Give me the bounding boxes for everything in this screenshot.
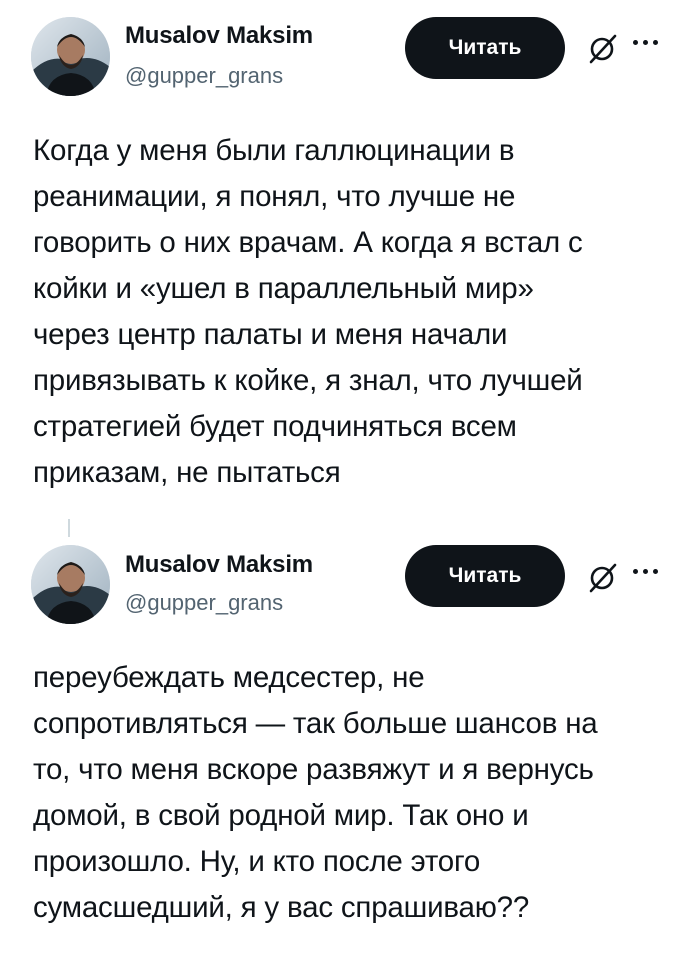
more-dots-icon[interactable]	[633, 35, 663, 49]
tweet-text-line: реанимации, я понял, что лучше не	[33, 180, 516, 213]
follow-button[interactable]: Читать	[405, 17, 565, 79]
tweet-2: Musalov Maksim @gupper_grans Читать пере…	[0, 527, 700, 964]
tweet-text: переубеждать медсестер, не сопротивлятьс…	[33, 655, 683, 931]
avatar[interactable]	[31, 545, 110, 624]
author-handle[interactable]: @gupper_grans	[125, 590, 283, 616]
tweet-1: Musalov Maksim @gupper_grans Читать Когд…	[0, 0, 700, 520]
more-dots-icon[interactable]	[633, 564, 663, 578]
tweet-text-line: сумасшедший, я у вас спрашиваю??	[33, 891, 530, 924]
tweet-text-line: Когда у меня были галлюцинации в	[33, 134, 515, 167]
tweet-text: Когда у меня были галлюцинации в реанима…	[33, 128, 683, 496]
tweet-text-line: говорить о них врачам. А когда я встал с	[33, 226, 583, 259]
author-handle[interactable]: @gupper_grans	[125, 63, 283, 89]
author-display-name[interactable]: Musalov Maksim	[125, 551, 313, 579]
tweet-text-line: койки и «ушел в параллельный мир»	[33, 272, 534, 305]
tweet-text-line: произошло. Ну, и кто после этого	[33, 845, 481, 878]
avatar[interactable]	[31, 17, 110, 96]
grok-icon[interactable]	[585, 559, 621, 595]
tweet-text-line: домой, в свой родной мир. Так оно и	[33, 799, 529, 832]
grok-icon[interactable]	[585, 30, 621, 66]
tweet-text-line: сопротивляться — так больше шансов на	[33, 707, 598, 740]
tweet-text-line: то, что меня вскоре развяжут и я вернусь	[33, 753, 594, 786]
tweet-text-line: через центр палаты и меня начали	[33, 318, 508, 351]
follow-button[interactable]: Читать	[405, 545, 565, 607]
tweet-text-line: привязывать к койке, я знал, что лучшей	[33, 364, 583, 397]
tweet-text-line: переубеждать медсестер, не	[33, 661, 425, 694]
tweet-text-line: приказам, не пытаться	[33, 456, 341, 489]
tweet-text-line: стратегией будет подчиняться всем	[33, 410, 517, 443]
author-display-name[interactable]: Musalov Maksim	[125, 22, 313, 50]
